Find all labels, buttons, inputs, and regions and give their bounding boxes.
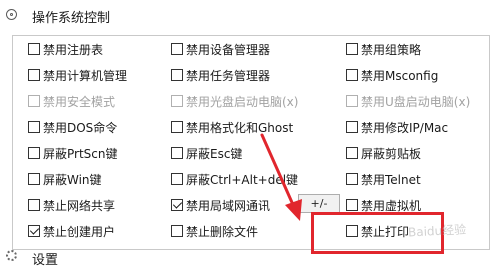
watermark: Baidu经验: [407, 222, 467, 240]
arrow-line: [260, 133, 296, 209]
arrow-head: [285, 199, 302, 221]
